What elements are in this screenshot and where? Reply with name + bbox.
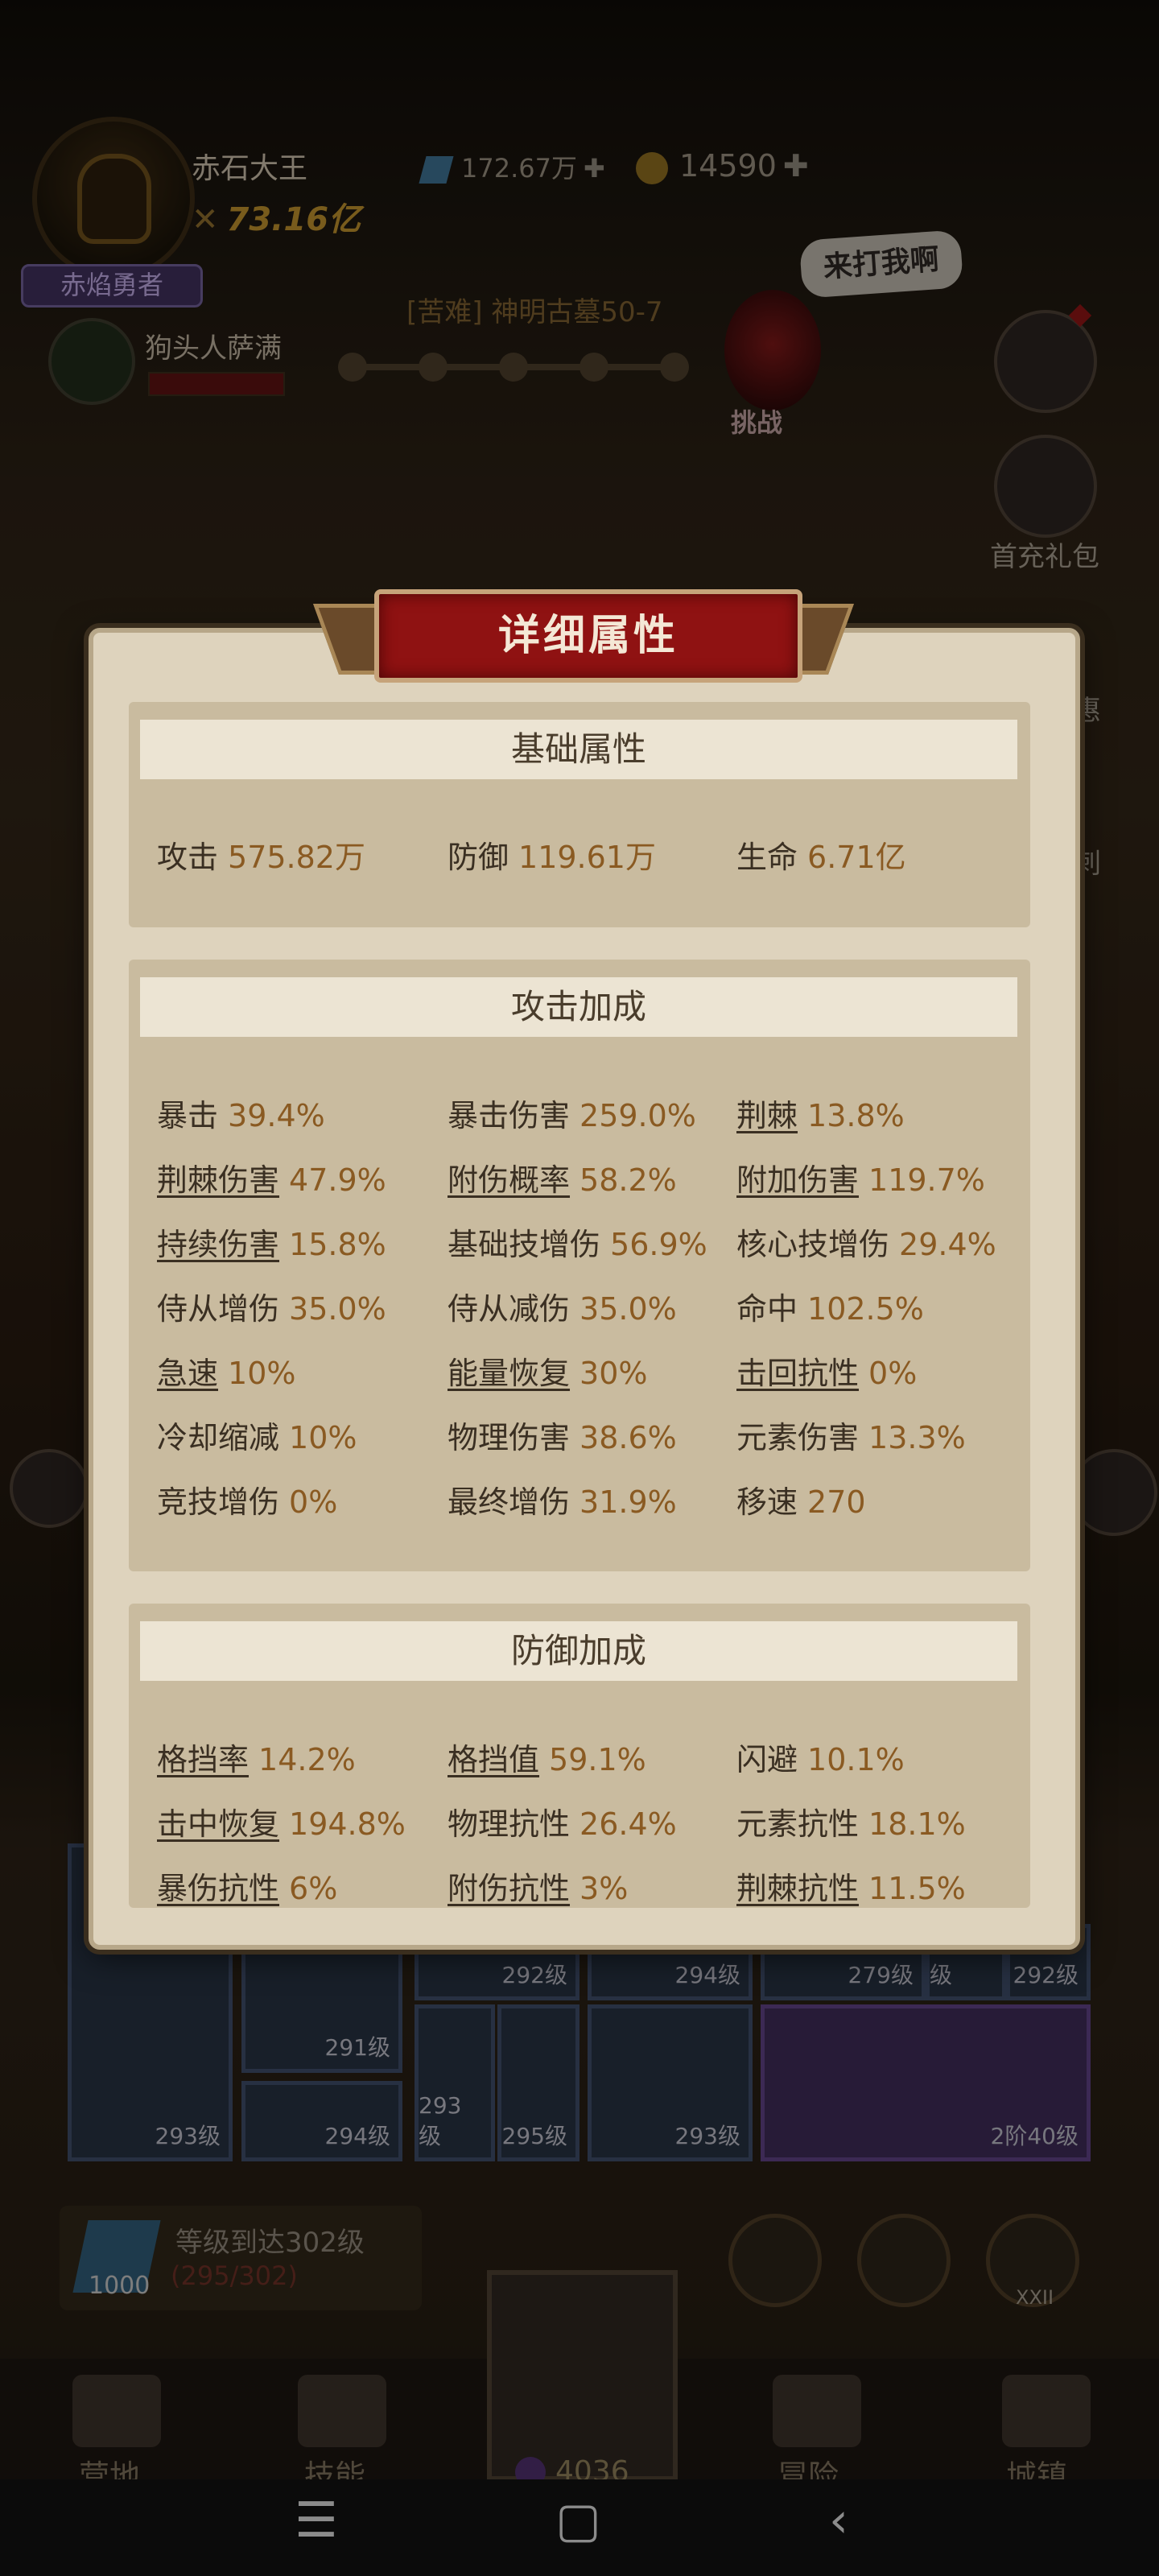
stat-crit-damage-resist[interactable]: 暴伤抗性 6% [157, 1864, 337, 1908]
stat-physical-damage: 物理伤害 38.6% [448, 1420, 677, 1455]
stat-block-rate[interactable]: 格挡率 14.2% [157, 1735, 356, 1779]
stat-core-skill-bonus: 核心技增伤 29.4% [736, 1227, 996, 1262]
stat-energy-regen[interactable]: 能量恢复 30% [448, 1348, 647, 1393]
stat-proc-resist[interactable]: 附伤抗性 3% [448, 1864, 628, 1908]
section-header: 防御加成 [140, 1621, 1017, 1681]
stat-thorns[interactable]: 荆棘 13.8% [736, 1091, 905, 1135]
stat-attack: 攻击 575.82万 [157, 840, 365, 875]
stat-elemental-damage: 元素伤害 13.3% [736, 1420, 966, 1455]
stat-crit: 暴击 39.4% [157, 1098, 325, 1133]
stat-basic-skill-bonus: 基础技增伤 56.9% [448, 1227, 707, 1262]
stat-haste[interactable]: 急速 10% [157, 1348, 295, 1393]
stat-move-speed: 移速 270 [736, 1484, 866, 1520]
stat-minion-damage: 侍从增伤 35.0% [157, 1291, 386, 1327]
stat-health: 生命 6.71亿 [736, 840, 906, 875]
stat-elemental-resist: 元素抗性 18.1% [736, 1806, 966, 1842]
banner-plate: 详细属性 [374, 589, 802, 683]
stat-thorns-damage[interactable]: 荆棘伤害 47.9% [157, 1155, 386, 1199]
stat-final-damage: 最终增伤 31.9% [448, 1484, 677, 1520]
modal-title-banner: 详细属性 [312, 589, 855, 683]
stat-arena-damage: 竞技增伤 0% [157, 1484, 338, 1520]
stat-on-hit-recovery[interactable]: 击中恢复 194.8% [157, 1799, 406, 1843]
section-header: 基础属性 [140, 720, 1017, 779]
stat-proc-chance[interactable]: 附伤概率 58.2% [448, 1155, 677, 1199]
stat-defense: 防御 119.61万 [448, 840, 656, 875]
stat-block-value[interactable]: 格挡值 59.1% [448, 1735, 646, 1779]
section-header: 攻击加成 [140, 977, 1017, 1037]
modal-title: 详细属性 [497, 612, 678, 660]
stat-hit: 命中 102.5% [736, 1291, 924, 1327]
stat-dodge: 闪避 10.1% [736, 1742, 905, 1777]
stat-knockback-resist[interactable]: 击回抗性 0% [736, 1348, 917, 1393]
stat-minion-reduction: 侍从减伤 35.0% [448, 1291, 677, 1327]
stat-crit-damage: 暴击伤害 259.0% [448, 1098, 696, 1133]
stat-thorns-resist[interactable]: 荆棘抗性 11.5% [736, 1864, 966, 1908]
basic-attributes-section: 基础属性 [129, 702, 1030, 927]
stat-physical-resist: 物理抗性 26.4% [448, 1806, 677, 1842]
stat-extra-damage[interactable]: 附加伤害 119.7% [736, 1155, 985, 1199]
stat-cooldown: 冷却缩减 10% [157, 1420, 357, 1455]
stat-dot-damage[interactable]: 持续伤害 15.8% [157, 1220, 386, 1264]
